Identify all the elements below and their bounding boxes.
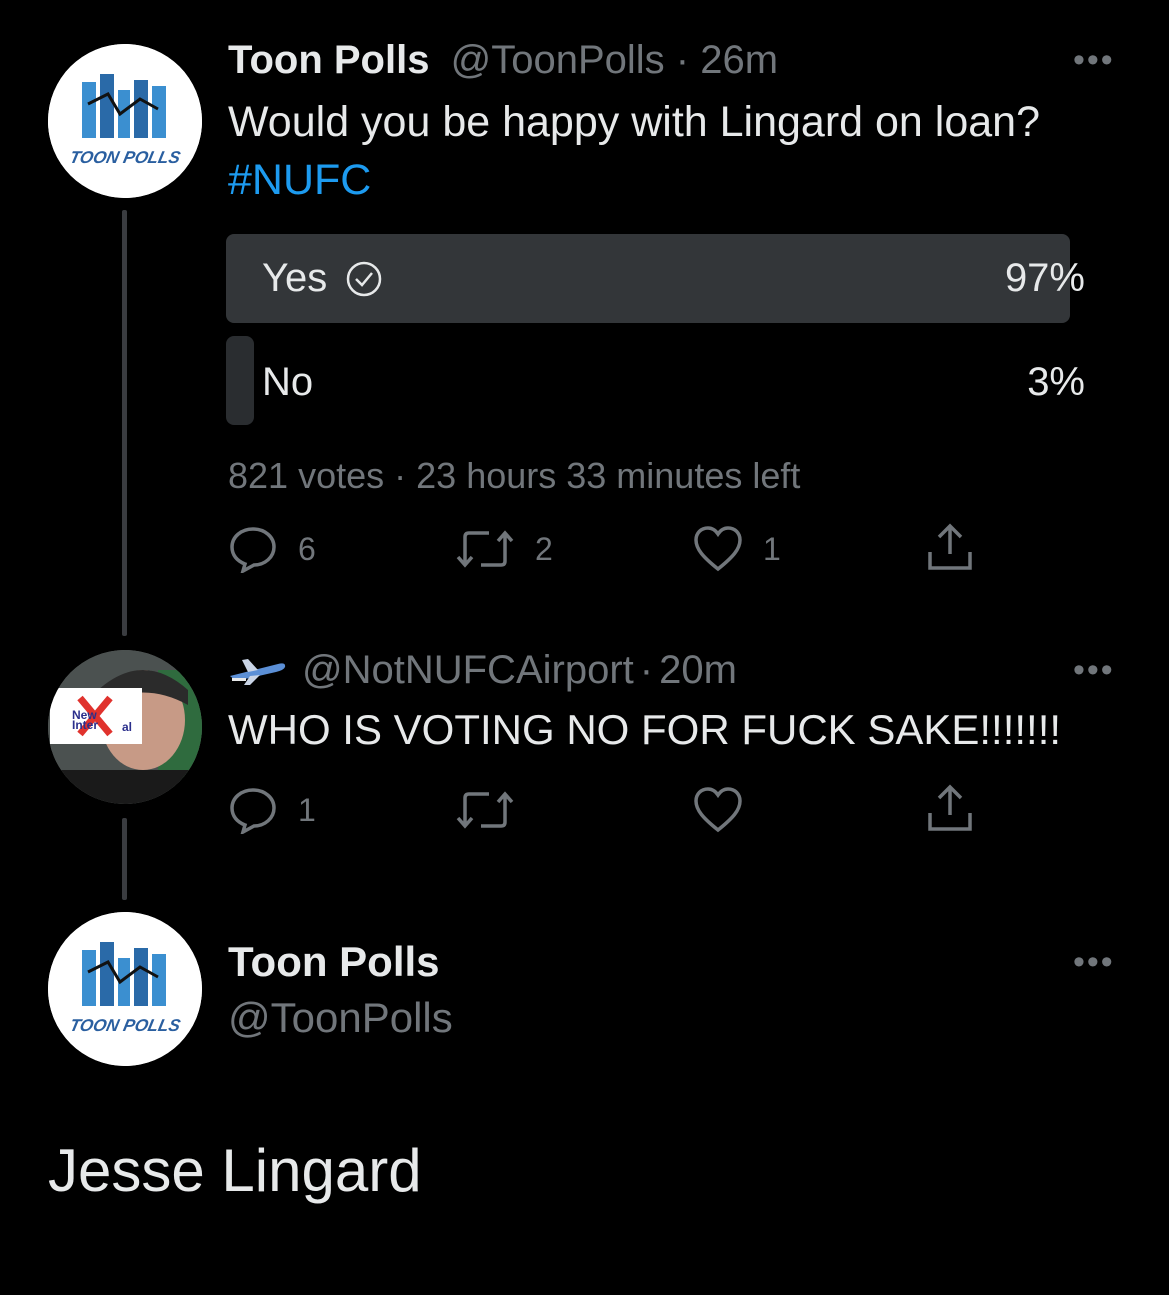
poll-percent-yes: 97% [1004,256,1085,300]
retweet-icon [456,791,514,829]
retweet-button[interactable]: 2 [455,525,553,573]
timestamp[interactable]: 20m [659,648,737,693]
poll-option-no: No [262,360,314,404]
separator: · [639,648,654,692]
like-button[interactable] [693,786,743,834]
tweet-text: Would you be happy with Lingard on loan? [228,98,1041,146]
reply-button[interactable]: 6 [228,525,316,573]
check-icon [347,261,382,296]
poll-bar-no [226,336,254,425]
toonpolls-logo-icon [48,912,202,1066]
author-name[interactable]: Toon Polls [228,938,440,986]
tweet-text: WHO IS VOTING NO FOR FUCK SAKE!!!!!!! [228,706,1062,753]
like-button[interactable]: 1 [693,525,781,573]
like-count: 1 [763,530,781,567]
avatar-sign-text: New Inter [72,708,99,732]
reply-count: 6 [298,530,316,567]
tweet-header: @NotNUFCAirport · 20m [228,648,737,693]
avatar-toonpolls[interactable]: TOON POLLS [48,44,202,198]
reply-count: 1 [298,791,316,828]
retweet-icon [456,530,514,568]
more-icon[interactable]: ••• [1073,945,1115,979]
share-icon [928,523,972,570]
timestamp[interactable]: 26m [700,38,778,82]
tweet-header: Toon Polls @ToonPolls · 26m [228,38,778,83]
poll-percent-no: 3% [1027,360,1085,404]
avatar-logo-text: TOON POLLS [67,1016,183,1035]
avatar-sign-text-2: al [122,720,133,734]
separator: · [675,38,690,82]
like-icon [694,526,742,572]
retweet-button[interactable] [455,786,515,834]
author-handle[interactable]: @ToonPolls [451,38,665,82]
tweet-text: Jesse Lingard [48,1137,422,1204]
author-handle[interactable]: @NotNUFCAirport [302,648,634,693]
separator: · [394,455,407,496]
like-icon [694,787,742,833]
retweet-count: 2 [535,530,553,567]
avatar-toonpolls[interactable]: TOON POLLS [48,912,202,1066]
share-icon [928,784,972,831]
author-name[interactable]: Toon Polls [228,38,429,82]
toonpolls-logo-icon [48,44,202,198]
avatar-notnufcairport[interactable]: New Inter al [48,650,202,804]
thread-line [122,818,127,900]
reply-button[interactable]: 1 [228,786,316,834]
poll-option-label: Yes [262,256,328,300]
reply-icon [230,788,276,834]
poll-meta: 821 votes · 23 hours 33 minutes left [228,455,800,497]
more-icon[interactable]: ••• [1073,653,1115,687]
hashtag-link[interactable]: #NUFC [228,156,371,205]
more-icon[interactable]: ••• [1073,43,1115,77]
thread-line [122,210,127,636]
reply-icon [230,527,276,573]
airplane-icon [230,658,286,685]
poll-option-yes: Yes [262,256,383,301]
author-handle[interactable]: @ToonPolls [228,994,453,1042]
avatar-logo-text: TOON POLLS [67,148,183,167]
poll-votes: 821 votes [228,455,385,496]
share-button[interactable] [925,522,975,574]
poll-time-left: 23 hours 33 minutes left [416,455,801,496]
share-button[interactable] [925,783,975,835]
